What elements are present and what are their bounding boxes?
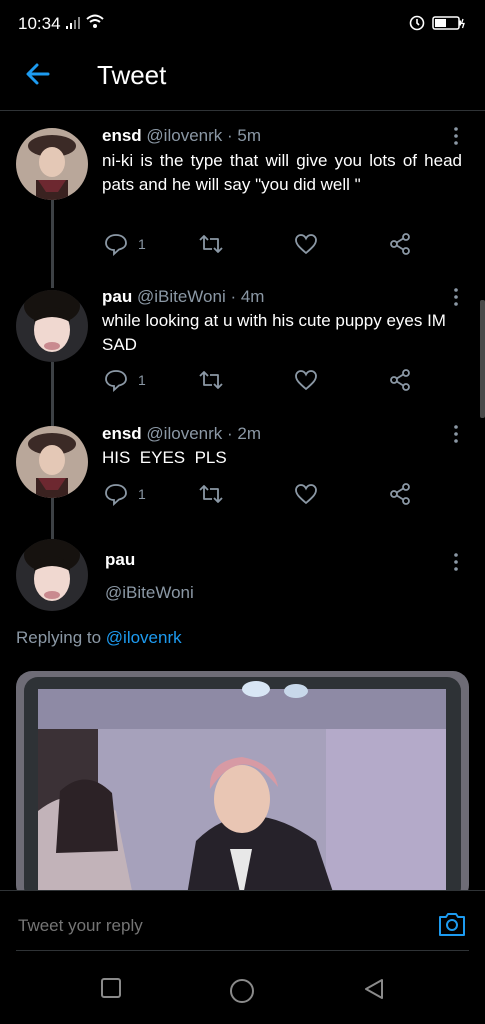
reply-count: 1 <box>138 486 146 502</box>
share-button[interactable] <box>388 232 412 256</box>
reply-count: 1 <box>138 236 146 252</box>
more-options-icon[interactable] <box>452 424 460 444</box>
replying-to: Replying to @ilovenrk <box>16 628 182 648</box>
timestamp: · 4m <box>230 287 265 306</box>
tweet-meta: pau @iBiteWoni · 4m <box>102 287 264 307</box>
retweet-button[interactable] <box>198 232 224 256</box>
heart-icon <box>295 370 317 391</box>
retweet-button[interactable] <box>198 368 224 392</box>
tweet-meta: ensd @ilovenrk · 5m <box>102 126 261 146</box>
tweet-text: ni-ki is the type that will give you lot… <box>102 151 462 194</box>
retweet-button[interactable] <box>198 482 224 506</box>
home-circle-icon[interactable] <box>229 978 255 1004</box>
reply-count: 1 <box>138 372 146 388</box>
share-button[interactable] <box>388 368 412 392</box>
page-title: Tweet <box>97 60 167 90</box>
reply-button[interactable]: 1 <box>104 232 146 256</box>
tweet-meta: ensd @ilovenrk · 2m <box>102 424 261 444</box>
back-triangle-icon[interactable] <box>362 977 386 1001</box>
avatar[interactable] <box>16 128 88 200</box>
avatar[interactable] <box>16 426 88 498</box>
handle[interactable]: @ilovenrk <box>146 126 222 145</box>
divider <box>16 950 469 951</box>
handle[interactable]: @iBiteWoni <box>137 287 226 306</box>
reply-icon <box>105 234 127 256</box>
tweet-photo[interactable] <box>16 671 469 901</box>
retweet-icon <box>199 235 223 253</box>
main-tweet: pau @iBiteWoni <box>0 536 485 626</box>
reply-input[interactable] <box>16 915 400 937</box>
app-header: Tweet <box>0 48 485 111</box>
timestamp: · 2m <box>227 424 261 443</box>
heart-icon <box>295 484 317 505</box>
camera-icon[interactable] <box>437 909 467 939</box>
display-name[interactable]: pau <box>105 550 135 570</box>
timestamp: · 5m <box>227 126 261 145</box>
handle[interactable]: @iBiteWoni <box>105 583 194 603</box>
system-nav-bar <box>0 955 485 1024</box>
avatar[interactable] <box>16 539 88 611</box>
alarm-icon <box>409 15 425 31</box>
reply-button[interactable]: 1 <box>104 482 146 506</box>
retweet-icon <box>199 485 223 503</box>
display-name[interactable]: pau <box>102 287 132 306</box>
display-name[interactable]: ensd <box>102 126 142 145</box>
tweet-item[interactable]: ensd @ilovenrk · 5m ni-ki is the type th… <box>0 112 485 277</box>
battery-icon <box>432 16 465 30</box>
share-button[interactable] <box>388 482 412 506</box>
share-icon <box>390 483 410 505</box>
tweet-actions: 1 <box>104 232 424 262</box>
like-button[interactable] <box>294 482 318 506</box>
scrollbar[interactable] <box>480 300 485 418</box>
tweet-actions: 1 <box>104 482 424 512</box>
back-arrow-icon[interactable] <box>24 60 52 88</box>
status-bar: 10:34 <box>0 0 485 48</box>
retweet-icon <box>199 371 223 389</box>
replying-handle-link[interactable]: @ilovenrk <box>106 628 182 647</box>
more-options-icon[interactable] <box>452 126 460 146</box>
recents-square-icon[interactable] <box>100 977 122 999</box>
wifi-icon <box>86 14 104 28</box>
share-icon <box>390 233 410 255</box>
replying-label: Replying to <box>16 628 106 647</box>
more-options-icon[interactable] <box>452 552 460 572</box>
tweet-item[interactable]: ensd @ilovenrk · 2m HIS EYES PLS 1 <box>0 414 485 534</box>
tweet-item[interactable]: pau @iBiteWoni · 4m while looking at u w… <box>0 276 485 416</box>
status-time: 10:34 <box>18 14 61 33</box>
reply-composer <box>0 890 485 955</box>
like-button[interactable] <box>294 368 318 392</box>
reply-icon <box>105 484 127 506</box>
reply-button[interactable]: 1 <box>104 368 146 392</box>
heart-icon <box>295 234 317 255</box>
display-name[interactable]: ensd <box>102 424 142 443</box>
signal-icon <box>66 17 80 29</box>
more-options-icon[interactable] <box>452 287 460 307</box>
share-icon <box>390 369 410 391</box>
tweet-text: HIS EYES PLS <box>102 448 227 467</box>
photo-image <box>16 671 469 901</box>
avatar[interactable] <box>16 290 88 362</box>
reply-icon <box>105 370 127 392</box>
handle[interactable]: @ilovenrk <box>146 424 222 443</box>
like-button[interactable] <box>294 232 318 256</box>
tweet-text: while looking at u with his cute puppy e… <box>102 311 446 354</box>
tweet-actions: 1 <box>104 368 424 398</box>
